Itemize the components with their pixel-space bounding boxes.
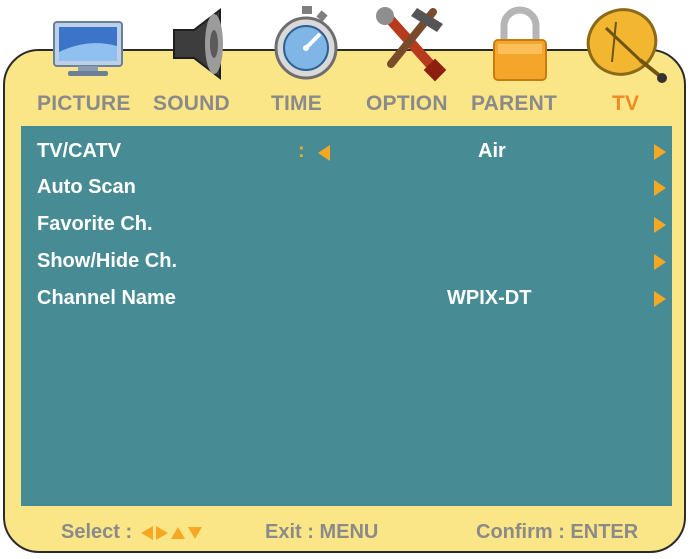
tab-sound[interactable]: SOUND [153,92,230,116]
down-arrow-icon [187,526,202,539]
right-arrow-icon[interactable] [654,180,666,196]
menu-row-tv-catv[interactable]: TV/CATV : Air [21,134,672,170]
right-arrow-icon[interactable] [654,217,666,233]
tools-icon[interactable] [371,2,451,84]
right-arrow-icon[interactable] [654,291,666,307]
menu-panel: TV/CATV : Air Auto Scan Favorite Ch. Sho… [21,126,672,506]
stopwatch-icon[interactable] [266,2,346,84]
menu-row-label: TV/CATV [37,140,122,162]
tab-option[interactable]: OPTION [366,92,448,116]
padlock-icon[interactable] [480,2,560,84]
menu-row-favorite-ch[interactable]: Favorite Ch. [21,207,672,243]
menu-row-label: Channel Name [37,287,176,309]
footer-confirm: Confirm : ENTER [476,521,639,543]
up-arrow-icon [170,526,185,539]
monitor-icon[interactable] [48,2,128,84]
right-arrow-icon [155,525,168,540]
tab-parent[interactable]: PARENT [471,92,557,116]
right-arrow-icon[interactable] [654,144,666,160]
menu-row-label: Auto Scan [37,176,136,198]
menu-row-label: Favorite Ch. [37,213,153,235]
selector-colon: : [298,140,305,162]
left-arrow-icon [140,525,153,540]
menu-row-channel-name[interactable]: Channel Name WPIX-DT [21,281,672,317]
satellite-dish-icon[interactable] [582,2,674,84]
menu-row-auto-scan[interactable]: Auto Scan [21,170,672,206]
menu-row-show-hide-ch[interactable]: Show/Hide Ch. [21,244,672,280]
footer-select: Select : [61,521,202,544]
menu-row-value: Air [478,140,506,162]
footer-exit: Exit : MENU [265,521,379,543]
tab-picture[interactable]: PICTURE [37,92,131,116]
menu-row-value: WPIX-DT [447,287,532,309]
footer-select-label: Select : [61,521,133,543]
menu-row-label: Show/Hide Ch. [37,250,177,272]
right-arrow-icon[interactable] [654,254,666,270]
tab-tv[interactable]: TV [612,92,639,116]
left-arrow-icon[interactable] [318,145,330,161]
tab-time[interactable]: TIME [271,92,322,116]
speaker-icon[interactable] [158,2,238,84]
